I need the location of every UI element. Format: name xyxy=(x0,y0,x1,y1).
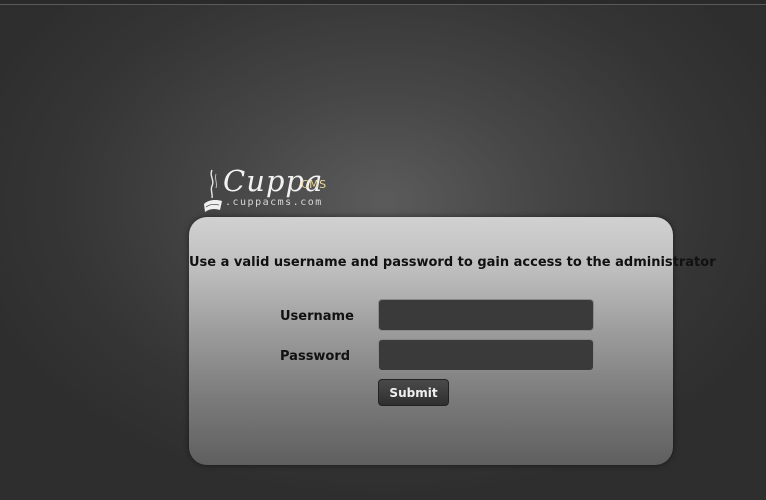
top-border xyxy=(0,0,766,5)
password-input[interactable] xyxy=(378,339,594,371)
login-message: Use a valid username and password to gai… xyxy=(189,255,716,270)
username-input[interactable] xyxy=(378,299,594,331)
logo-cms-text: CMS xyxy=(301,178,327,191)
password-label: Password xyxy=(280,349,351,364)
submit-button[interactable]: Submit xyxy=(378,379,449,406)
username-label: Username xyxy=(280,309,354,324)
logo-domain-text: .cuppacms.com xyxy=(225,197,323,208)
login-panel: Use a valid username and password to gai… xyxy=(189,217,716,465)
coffee-cup-icon xyxy=(204,169,222,212)
cuppa-logo: Cuppa CMS .cuppacms.com xyxy=(203,164,343,212)
